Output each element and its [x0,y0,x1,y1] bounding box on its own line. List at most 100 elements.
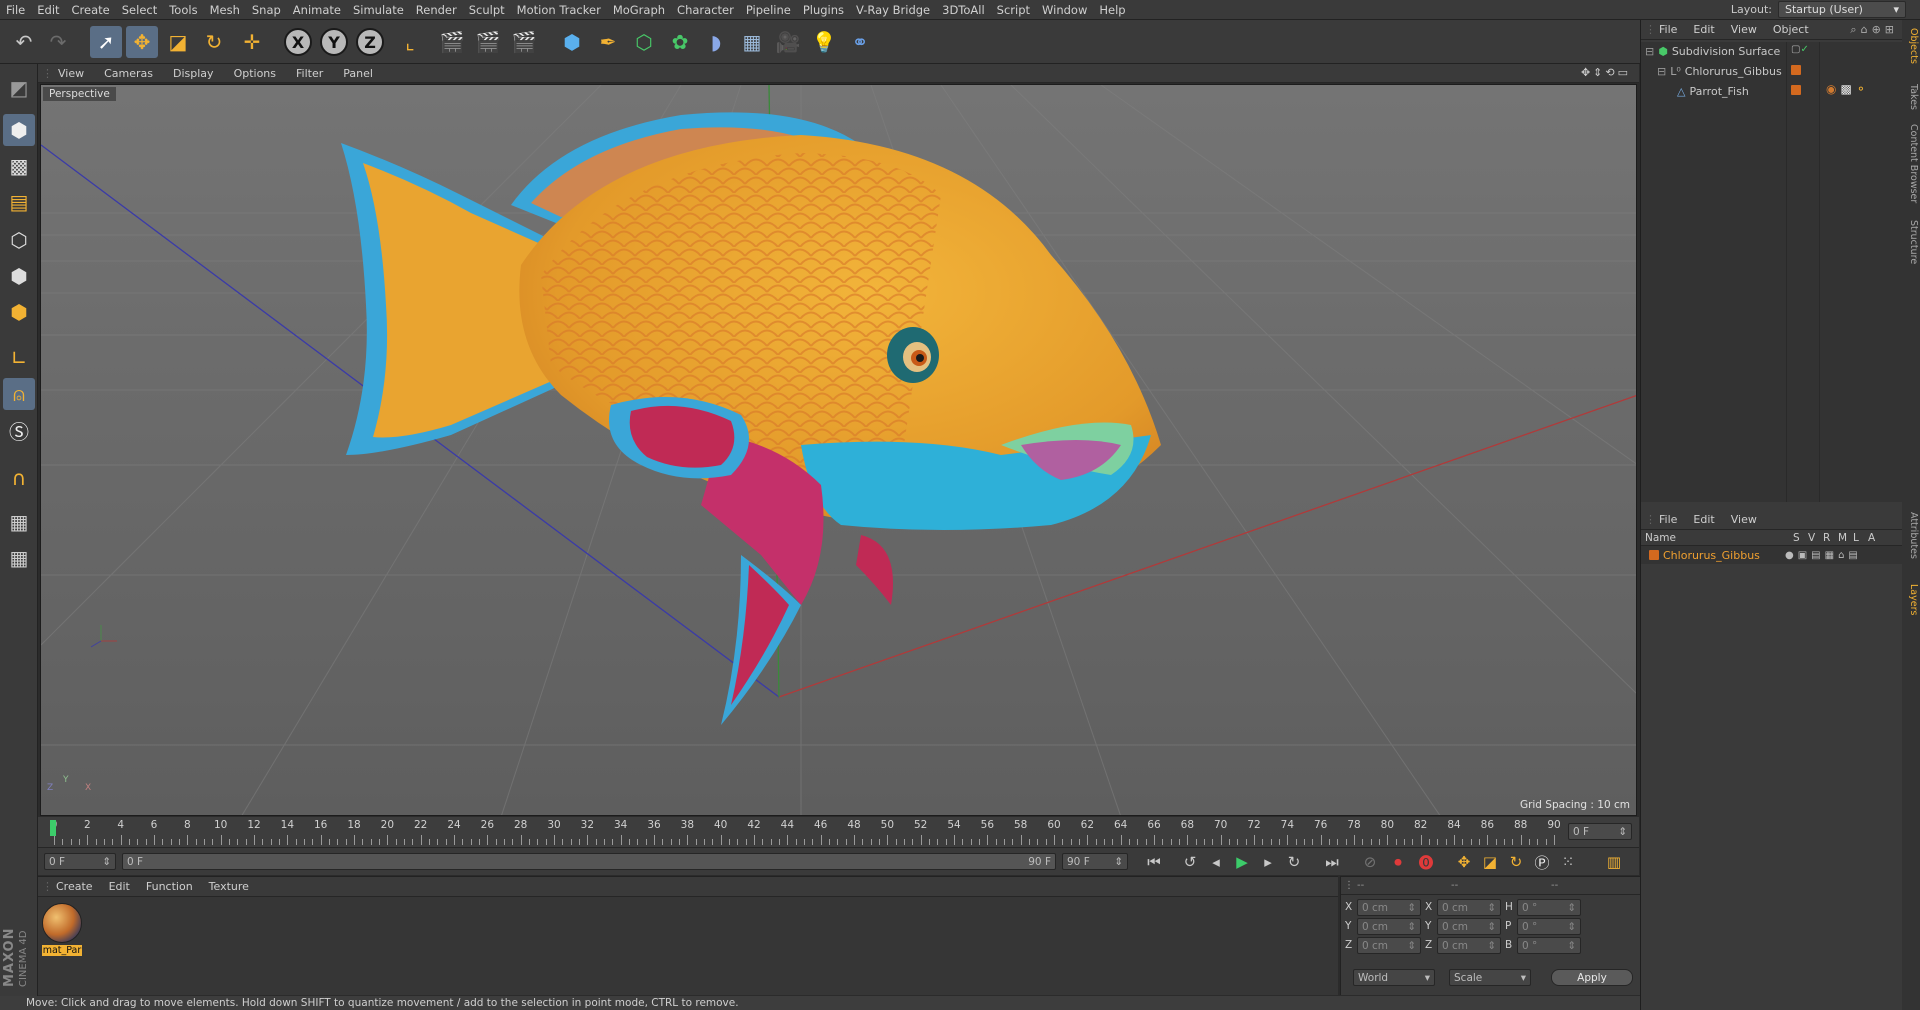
go-to-start-button[interactable]: ⏮ [1142,851,1166,873]
key-scale-button[interactable]: ◪ [1478,851,1502,873]
layer-toggle-icons[interactable]: ●▣▤▦⌂▤ [1785,550,1862,561]
current-frame-field[interactable]: 0 F ⇕ [1568,823,1632,840]
viewport-menu-cameras[interactable]: Cameras [94,67,163,80]
tab-objects[interactable]: Objects [1903,24,1919,68]
tab-content-browser[interactable]: Content Browser [1903,120,1919,207]
texture-mode-button[interactable]: ▩ [3,150,35,182]
coord-system-dropdown[interactable]: World ▾ [1353,969,1435,986]
redo-button[interactable]: ↷ [42,26,74,58]
size-mode-dropdown[interactable]: Scale ▾ [1449,969,1531,986]
points-mode-button[interactable]: ⬡ [3,224,35,256]
start-frame-field[interactable]: 0 F ⇕ [44,853,116,870]
cube-primitive-button[interactable]: ⬢ [556,26,588,58]
phong-tag-icon[interactable]: ⚬ [1856,82,1866,96]
viewport-menu-view[interactable]: View [48,67,94,80]
enable-snap-button[interactable]: ∩ [3,462,35,494]
coord-value-field[interactable]: 0 cm ⇕ [1357,918,1421,935]
tab-layers[interactable]: Layers [1903,580,1919,619]
edges-mode-button[interactable]: ⬢ [3,260,35,292]
menu-select[interactable]: Select [116,3,163,17]
coord-value-field[interactable]: 0 cm ⇕ [1357,899,1421,916]
tab-attributes[interactable]: Attributes [1903,508,1919,563]
deformer-button[interactable]: ◗ [700,26,732,58]
material-menu-function[interactable]: Function [138,880,201,893]
key-rotation-button[interactable]: ↻ [1504,851,1528,873]
objects-menu-view[interactable]: View [1723,23,1765,36]
objects-menu-object[interactable]: Object [1765,23,1817,36]
go-to-end-button[interactable]: ⏭ [1320,851,1344,873]
move-tool-button[interactable]: ✥ [126,26,158,58]
undo-button[interactable]: ↶ [8,26,40,58]
play-button[interactable]: ▶ [1230,851,1254,873]
keyframe-selection-button[interactable]: ⊘ [1358,851,1382,873]
parrot-fish-layer-swatch[interactable] [1791,85,1801,98]
object-manager-tools-icons[interactable]: ⌕⌂⊕⊞ [1850,23,1902,37]
x-axis-lock-button[interactable]: X [284,28,312,56]
chlorurus-layer-swatch[interactable] [1791,65,1801,78]
axis-mode-button[interactable]: ∟ [3,342,35,374]
menu-file[interactable]: File [0,3,31,17]
layers-menu-edit[interactable]: Edit [1685,513,1722,526]
menu-3dtoall[interactable]: 3DToAll [936,3,991,17]
floor-button[interactable]: ▦ [736,26,768,58]
y-axis-lock-button[interactable]: Y [320,28,348,56]
rotate-tool-button[interactable]: ↻ [198,26,230,58]
pen-spline-button[interactable]: ✒ [592,26,624,58]
layer-col-name[interactable]: Name [1645,532,1793,544]
render-settings-button[interactable]: 🎬 [508,26,540,58]
menu-pipeline[interactable]: Pipeline [740,3,797,17]
layer-col-solo[interactable]: S [1793,532,1808,544]
apply-button[interactable]: Apply [1551,969,1633,986]
coord-value-field[interactable]: 0 ° ⇕ [1517,937,1581,954]
viewport-menu-panel[interactable]: Panel [333,67,383,80]
tree-item-chlorurus-gibbus[interactable]: ⊟ L⁰ Chlorurus_Gibbus [1657,62,1782,80]
timeline-button[interactable]: ▥ [1602,851,1626,873]
menu-plugins[interactable]: Plugins [797,3,850,17]
menu-window[interactable]: Window [1036,3,1093,17]
viewport-menu-filter[interactable]: Filter [286,67,333,80]
material-menu-texture[interactable]: Texture [201,880,257,893]
material-tag-icon[interactable]: ◉ [1826,82,1836,96]
z-axis-lock-button[interactable]: Z [356,28,384,56]
layer-col-render[interactable]: R [1823,532,1838,544]
objects-menu-edit[interactable]: Edit [1685,23,1722,36]
next-frame-button[interactable]: ▸ [1256,851,1280,873]
snap-button[interactable]: Ⓢ [3,414,35,446]
menu-mesh[interactable]: Mesh [204,3,246,17]
camera-button[interactable]: 🎥 [772,26,804,58]
coord-value-field[interactable]: 0 ° ⇕ [1517,899,1581,916]
layers-menu-file[interactable]: File [1651,513,1685,526]
previous-frame-button[interactable]: ◂ [1204,851,1228,873]
menu-tools[interactable]: Tools [163,3,203,17]
objects-menu-file[interactable]: File [1651,23,1685,36]
render-view-button[interactable]: 🎬 [436,26,468,58]
next-key-button[interactable]: ↻ [1282,851,1306,873]
record-button[interactable]: ⏺ [1386,851,1410,873]
material-swatch[interactable]: mat_Par [42,903,82,961]
layer-col-locked[interactable]: L [1853,532,1868,544]
preview-range-slider[interactable]: 0 F 90 F [122,853,1056,870]
viewport-nav-icons[interactable]: ✥⇕⟲▭ [1581,66,1631,79]
menu-simulate[interactable]: Simulate [347,3,410,17]
menu-snap[interactable]: Snap [246,3,287,17]
coord-value-field[interactable]: 0 cm ⇕ [1437,918,1501,935]
coord-value-field[interactable]: 0 cm ⇕ [1437,899,1501,916]
tab-structure[interactable]: Structure [1903,216,1919,268]
material-menu-edit[interactable]: Edit [101,880,138,893]
model-mode-button[interactable]: ⬢ [3,114,35,146]
layer-col-view[interactable]: V [1808,532,1823,544]
transform-tool-button[interactable]: ✛ [236,26,268,58]
light-button[interactable]: 💡 [808,26,840,58]
layout-dropdown[interactable]: Startup (User) ▾ [1778,1,1906,18]
lock-workplane-button[interactable]: ▦ [3,506,35,538]
workplane-mode-button[interactable]: ▤ [3,186,35,218]
tweak-mode-button[interactable]: ⍝ [3,378,35,410]
coord-value-field[interactable]: 0 ° ⇕ [1517,918,1581,935]
python-button[interactable]: ⚭ [844,26,876,58]
menu-help[interactable]: Help [1093,3,1131,17]
coord-value-field[interactable]: 0 cm ⇕ [1437,937,1501,954]
scale-tool-button[interactable]: ◪ [162,26,194,58]
subdivision-generator-button[interactable]: ⬡ [628,26,660,58]
menu-motion-tracker[interactable]: Motion Tracker [511,3,607,17]
layer-col-manager[interactable]: M [1838,532,1853,544]
